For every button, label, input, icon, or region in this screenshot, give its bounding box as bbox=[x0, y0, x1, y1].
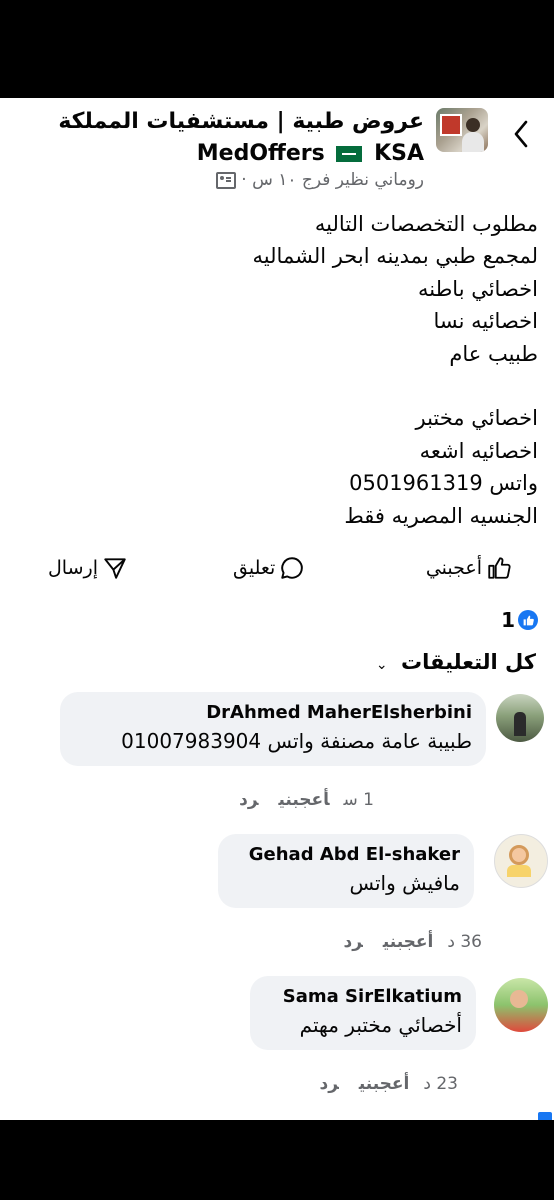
group-name-line1: عروض طبية | مستشفيات المملكة bbox=[58, 109, 424, 134]
commenter-name[interactable]: DrAhmed MaherElsherbini bbox=[74, 700, 472, 726]
group-name-prefix: MedOffers bbox=[196, 141, 325, 166]
post-text: مطلوب التخصصات التاليه لمجمع طبي بمدينه … bbox=[38, 208, 538, 532]
post-line: اخصائي مختبر bbox=[415, 406, 538, 431]
avatar[interactable] bbox=[496, 694, 544, 742]
post-line: اخصائيه اشعه bbox=[419, 438, 538, 463]
post-line: اخصائيه نسا bbox=[433, 309, 538, 334]
comment-reply-button[interactable]: رد bbox=[320, 1074, 339, 1094]
post-meta: روماني نظير فرج ١٠ س · bbox=[214, 170, 424, 190]
meta-separator: · bbox=[241, 170, 247, 190]
like-reaction-icon bbox=[518, 610, 538, 630]
group-name-suffix: KSA bbox=[374, 141, 424, 166]
like-button[interactable]: أعجبني bbox=[426, 548, 512, 588]
comment-bubble: Sama SirElkatium أخصائي مختبر مهتم bbox=[250, 976, 476, 1050]
comment-bubble: Gehad Abd El-shaker مافيش واتس bbox=[218, 834, 474, 908]
comment-text: مافيش واتس bbox=[349, 871, 460, 895]
comment-reply-button[interactable]: رد bbox=[239, 790, 258, 810]
group-name-line2: MedOffers KSA bbox=[24, 138, 424, 170]
facebook-badge-icon bbox=[538, 1112, 552, 1120]
comment-meta: 23 د أعجبني رد bbox=[306, 1074, 458, 1094]
group-avatar[interactable] bbox=[436, 108, 488, 152]
commenter-name[interactable]: Sama SirElkatium bbox=[264, 984, 462, 1010]
all-comments-filter[interactable]: كل التعليقات ⌄ bbox=[376, 650, 536, 674]
comment-time: 1 س bbox=[343, 790, 374, 810]
post-line: الجنسيه المصريه فقط bbox=[344, 503, 538, 528]
avatar[interactable] bbox=[494, 834, 548, 888]
post-line: واتس 0501961319 bbox=[349, 471, 538, 496]
send-label: إرسال bbox=[48, 557, 98, 579]
group-name[interactable]: عروض طبية | مستشفيات المملكة MedOffers K… bbox=[24, 106, 424, 170]
comment-icon bbox=[281, 557, 304, 579]
post-screen: عروض طبية | مستشفيات المملكة MedOffers K… bbox=[0, 98, 554, 1120]
like-label: أعجبني bbox=[425, 557, 482, 579]
send-icon bbox=[104, 558, 126, 579]
comment-reply-button[interactable]: رد bbox=[344, 932, 363, 952]
comment-bubble: DrAhmed MaherElsherbini طبيبة عامة مصنفة… bbox=[60, 692, 486, 766]
post-line: مطلوب التخصصات التاليه bbox=[314, 212, 538, 236]
post-line: طبيب عام bbox=[449, 341, 538, 366]
commenter-name[interactable]: Gehad Abd El-shaker bbox=[232, 842, 460, 868]
post-time: ١٠ س bbox=[252, 170, 297, 190]
reaction-count: 1 bbox=[501, 608, 515, 632]
comment-button[interactable]: تعليق bbox=[233, 548, 305, 588]
comment-time: 36 د bbox=[447, 932, 482, 952]
saudi-flag-icon bbox=[336, 146, 363, 162]
comment-text: أخصائي مختبر مهتم bbox=[299, 1013, 462, 1037]
reactions-summary[interactable]: 1 bbox=[501, 608, 538, 632]
comment-like-button[interactable]: أعجبني bbox=[359, 1074, 410, 1094]
chevron-down-icon: ⌄ bbox=[375, 657, 388, 673]
comment-like-button[interactable]: أعجبني bbox=[278, 790, 329, 810]
comment-label: تعليق bbox=[233, 557, 276, 579]
all-comments-label: كل التعليقات bbox=[400, 650, 536, 674]
post-line: لمجمع طبي بمدينه ابحر الشماليه bbox=[252, 244, 538, 269]
comment-meta: 36 د أعجبني رد bbox=[330, 932, 482, 952]
comment-text: طبيبة عامة مصنفة واتس 01007983904 bbox=[121, 729, 472, 753]
thumbs-up-icon bbox=[488, 557, 511, 579]
avatar[interactable] bbox=[494, 978, 548, 1032]
author-name[interactable]: روماني نظير فرج bbox=[302, 170, 424, 190]
comment-time: 23 د bbox=[423, 1074, 458, 1094]
comment-meta: 1 س أعجبني رد bbox=[225, 790, 374, 810]
back-button[interactable] bbox=[510, 116, 534, 152]
action-bar: أعجبني تعليق إرسال bbox=[0, 548, 554, 588]
chevron-left-icon bbox=[514, 120, 528, 148]
bottom-bar bbox=[0, 1120, 554, 1200]
send-button[interactable]: إرسال bbox=[48, 548, 128, 588]
comment-like-button[interactable]: أعجبني bbox=[383, 932, 434, 952]
post-line bbox=[38, 370, 538, 402]
group-icon bbox=[215, 171, 236, 189]
post-line: اخصائي باطنه bbox=[417, 276, 538, 301]
